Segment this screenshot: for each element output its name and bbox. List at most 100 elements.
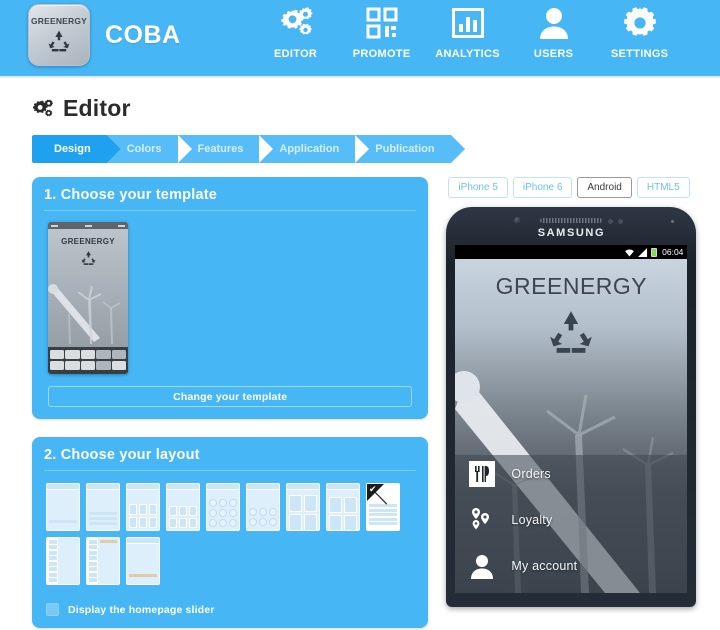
layout-sidebar (87, 538, 98, 584)
editor-content: 1. Choose your template GREENERGY Change… (0, 177, 720, 630)
app-logo: GREENERGY (28, 4, 90, 66)
step-notch-icon (259, 135, 274, 163)
template-thumbnail[interactable]: GREENERGY (48, 222, 128, 374)
layout-option-3[interactable] (126, 483, 160, 531)
step-design[interactable]: Design (32, 135, 121, 163)
step-label: Features (197, 143, 244, 155)
tab-iphone-6[interactable]: iPhone 6 (512, 177, 573, 198)
homepage-slider-label: Display the homepage slider (68, 603, 215, 616)
nav-item-settings[interactable]: SETTINGS (597, 5, 683, 60)
menu-label: Loyalty (511, 513, 553, 527)
qr-code-icon (366, 5, 398, 41)
status-time: 06:04 (662, 247, 684, 257)
step-breadcrumb: Design Colors Features Application Publi… (32, 135, 720, 163)
speaker-grille (540, 218, 603, 223)
menu-label: Orders (511, 467, 551, 481)
step-notch-icon (355, 135, 370, 163)
nav-item-editor[interactable]: EDITOR (253, 5, 339, 60)
layout-option-5[interactable] (206, 483, 240, 531)
sensor-icon (608, 219, 614, 224)
cutlery-icon (467, 461, 497, 487)
menu-item-orders[interactable]: Orders (455, 451, 687, 497)
app-title: GREENERGY (495, 273, 648, 299)
recycle-icon (455, 308, 687, 356)
app-header: GREENERGY COBA EDITOR PROMOTE ANALYTICS … (0, 0, 720, 78)
layout-option-10[interactable] (46, 537, 80, 585)
front-camera-icon (514, 217, 522, 224)
layout-option-1[interactable] (46, 483, 80, 531)
app-background: GREENERGY Orders Loyalty My account (455, 259, 688, 593)
nav-label: ANALYTICS (435, 48, 500, 60)
turbine-illustration (48, 284, 121, 344)
device-brand-label: SAMSUNG (537, 227, 606, 239)
app-menu: Orders Loyalty My account (455, 451, 687, 593)
battery-icon (651, 247, 658, 257)
step-notch-icon (177, 135, 192, 163)
layout-option-2[interactable] (86, 483, 120, 531)
step-features[interactable]: Features (177, 135, 274, 163)
panel-title: 1. Choose your template (44, 187, 417, 211)
layout-option-11[interactable] (86, 537, 120, 585)
nav-item-promote[interactable]: PROMOTE (339, 5, 425, 60)
layout-option-12[interactable] (126, 537, 160, 585)
thumb-status-bar (48, 222, 128, 229)
step-publication[interactable]: Publication (355, 135, 465, 163)
device-tabs: iPhone 5 iPhone 6 Android HTML5 (442, 177, 712, 198)
change-template-button[interactable]: Change your template (48, 386, 413, 407)
homepage-slider-checkbox-row[interactable]: Display the homepage slider (44, 603, 416, 616)
layout-option-8[interactable] (326, 483, 360, 531)
step-arrow-icon (450, 135, 465, 163)
nav-item-users[interactable]: USERS (511, 5, 597, 60)
gears-icon (32, 99, 54, 119)
homepage-slider-checkbox[interactable] (46, 603, 59, 616)
layout-option-9-selected[interactable]: ✔ (366, 483, 400, 531)
led-indicator-icon (671, 220, 675, 223)
check-icon: ✔ (369, 484, 377, 494)
signal-icon (638, 247, 648, 257)
page-title: Editor (63, 95, 131, 121)
layout-option-7[interactable] (286, 483, 320, 531)
tab-android[interactable]: Android (577, 177, 632, 198)
map-pins-icon (467, 507, 497, 533)
template-body: GREENERGY Change your template (44, 211, 416, 407)
nav-label: EDITOR (274, 48, 318, 60)
choose-layout-panel: 2. Choose your layout ✔ Display the home… (32, 437, 429, 628)
thumb-title: GREENERGY (61, 237, 115, 246)
tab-iphone-5[interactable]: iPhone 5 (448, 177, 508, 198)
gears-icon (277, 5, 315, 41)
user-icon (539, 5, 569, 41)
choose-template-panel: 1. Choose your template GREENERGY Change… (32, 177, 429, 419)
bar-chart-icon (451, 5, 484, 41)
step-application[interactable]: Application (259, 135, 370, 163)
gear-icon (623, 5, 656, 41)
step-label: Design (54, 143, 91, 155)
step-label: Colors (126, 143, 162, 155)
layout-option-4[interactable] (166, 483, 200, 531)
layout-sidebar (47, 538, 58, 584)
wifi-icon (625, 249, 634, 257)
user-icon (467, 553, 497, 579)
tab-html5[interactable]: HTML5 (636, 177, 690, 198)
panel-title: 2. Choose your layout (44, 447, 417, 471)
nav-label: USERS (533, 48, 574, 60)
step-label: Publication (375, 143, 435, 155)
menu-item-my-account[interactable]: My account (455, 543, 687, 589)
page-header: Editor (32, 95, 720, 122)
brand-name: COBA (105, 20, 181, 49)
menu-label: My account (511, 559, 578, 573)
recycle-icon (48, 30, 70, 52)
step-arrow-icon (106, 135, 121, 163)
sensor-icon (618, 219, 624, 224)
brand: GREENERGY COBA (28, 4, 181, 66)
device-preview-column: iPhone 5 iPhone 6 Android HTML5 SAMSUNG (442, 177, 712, 630)
nav-item-analytics[interactable]: ANALYTICS (425, 5, 511, 60)
android-status-bar: 06:04 (455, 245, 688, 259)
nav-label: SETTINGS (610, 48, 669, 60)
menu-item-loyalty[interactable]: Loyalty (455, 497, 687, 543)
layout-option-6[interactable] (246, 483, 280, 531)
nav-label: PROMOTE (352, 48, 411, 60)
thumb-app-icons (48, 347, 128, 374)
phone-screen: 06:04 GREENERGY Orders Loyalty My accoun… (455, 245, 688, 593)
editor-left-column: 1. Choose your template GREENERGY Change… (32, 177, 429, 630)
layout-options: ✔ (44, 471, 416, 585)
